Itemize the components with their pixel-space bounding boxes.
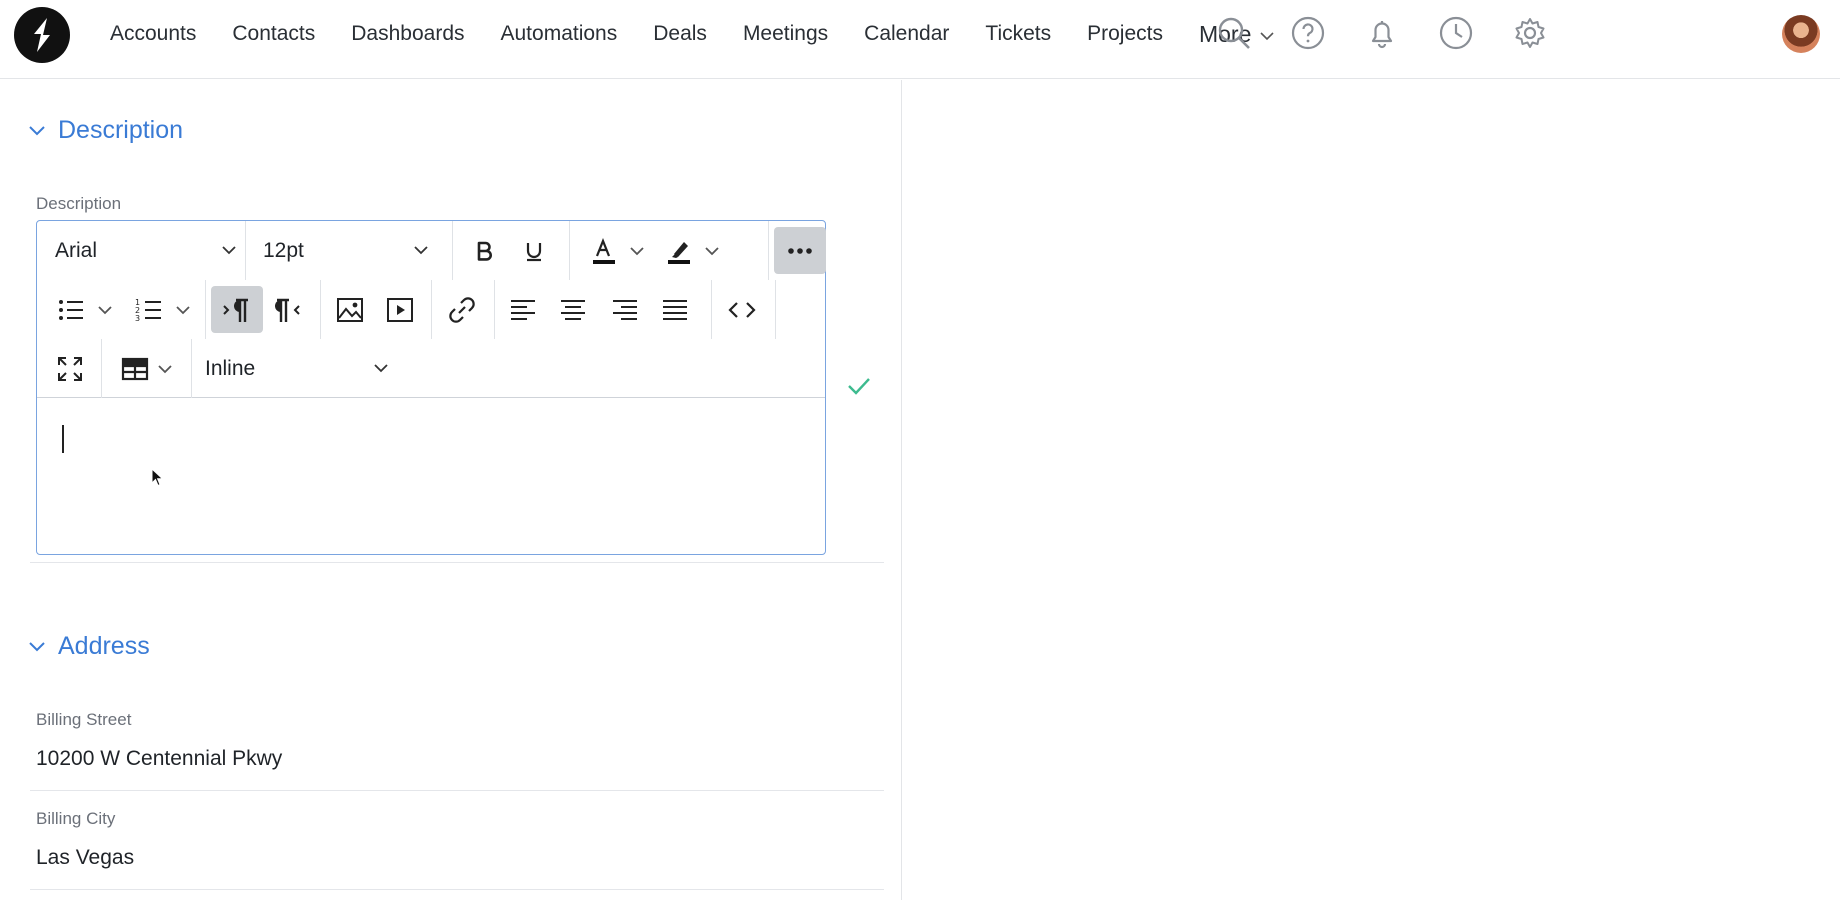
font-family-select[interactable]: Arial bbox=[55, 221, 245, 280]
code-icon bbox=[728, 301, 756, 318]
nav-calendar[interactable]: Calendar bbox=[846, 22, 967, 46]
nav-dashboards[interactable]: Dashboards bbox=[333, 22, 482, 46]
billing-city-value[interactable]: Las Vegas bbox=[36, 846, 134, 870]
underline-icon bbox=[526, 242, 542, 261]
numbered-list-button[interactable]: 123 bbox=[125, 286, 201, 333]
clock-icon[interactable] bbox=[1438, 15, 1474, 51]
rtl-paragraph-icon bbox=[275, 298, 300, 322]
insert-table-button[interactable] bbox=[109, 345, 185, 392]
fullscreen-button[interactable] bbox=[45, 345, 95, 392]
font-size-select[interactable]: 12pt bbox=[263, 221, 428, 280]
description-field-label: Description bbox=[36, 194, 122, 213]
font-size-value: 12pt bbox=[263, 238, 304, 262]
text-color-icon bbox=[593, 237, 615, 264]
table-icon bbox=[121, 357, 149, 380]
ltr-paragraph-icon bbox=[223, 298, 248, 322]
address-section-toggle[interactable]: Address bbox=[28, 632, 150, 661]
underline-button[interactable] bbox=[511, 227, 557, 274]
link-icon bbox=[449, 296, 475, 323]
table-mode-value: Inline bbox=[205, 356, 256, 380]
field-divider bbox=[30, 889, 884, 890]
logo-icon bbox=[34, 18, 50, 52]
video-icon bbox=[387, 297, 413, 322]
billing-street-label: Billing Street bbox=[36, 710, 132, 729]
nav-accounts[interactable]: Accounts bbox=[92, 22, 214, 46]
user-avatar[interactable] bbox=[1782, 15, 1820, 53]
description-section-title: Description bbox=[58, 116, 184, 144]
expand-icon bbox=[58, 356, 82, 381]
highlight-color-button[interactable] bbox=[652, 227, 732, 274]
numbered-list-icon: 123 bbox=[135, 298, 161, 323]
record-details-panel: Description Description Arial 12pt 1 2 3… bbox=[6, 80, 902, 900]
text-color-button[interactable] bbox=[577, 227, 657, 274]
align-center-icon bbox=[561, 299, 585, 320]
ltr-direction-button[interactable] bbox=[211, 286, 263, 333]
more-tools-button[interactable] bbox=[774, 227, 826, 274]
save-check-icon[interactable] bbox=[846, 376, 872, 396]
address-section-title: Address bbox=[58, 632, 150, 660]
image-icon bbox=[337, 297, 363, 322]
align-center-button[interactable] bbox=[549, 286, 597, 333]
chevron-down-icon bbox=[158, 364, 172, 373]
field-divider bbox=[30, 790, 884, 791]
chevron-down-icon bbox=[630, 246, 644, 255]
billing-city-label: Billing City bbox=[36, 809, 116, 828]
nav-projects[interactable]: Projects bbox=[1069, 22, 1181, 46]
align-left-button[interactable] bbox=[499, 286, 547, 333]
app-logo[interactable] bbox=[14, 7, 70, 63]
source-code-button[interactable] bbox=[717, 286, 767, 333]
chevron-down-icon bbox=[1260, 32, 1274, 41]
ellipsis-icon bbox=[788, 247, 812, 254]
chevron-down-icon bbox=[29, 641, 45, 651]
chevron-down-icon bbox=[29, 125, 45, 135]
mouse-pointer-icon bbox=[151, 468, 164, 487]
chevron-down-icon bbox=[414, 246, 428, 255]
section-divider bbox=[30, 562, 884, 563]
nav-contacts[interactable]: Contacts bbox=[214, 22, 333, 46]
chevron-down-icon bbox=[222, 246, 236, 255]
bold-button[interactable] bbox=[461, 227, 507, 274]
editor-toolbar-row-2: 123 bbox=[37, 280, 825, 339]
text-caret bbox=[62, 425, 64, 453]
top-navigation-bar: Accounts Contacts Dashboards Automations… bbox=[0, 0, 1840, 79]
description-rich-text-editor: Arial 12pt 1 2 3 Inline bbox=[36, 220, 826, 555]
chevron-down-icon bbox=[98, 305, 112, 314]
bullet-list-button[interactable] bbox=[47, 286, 123, 333]
help-icon[interactable] bbox=[1290, 15, 1326, 51]
table-mode-select[interactable]: Inline bbox=[205, 339, 405, 398]
rtl-direction-button[interactable] bbox=[265, 286, 311, 333]
insert-link-button[interactable] bbox=[437, 286, 487, 333]
nav-tickets[interactable]: Tickets bbox=[967, 22, 1069, 46]
nav-deals[interactable]: Deals bbox=[635, 22, 725, 46]
description-section-toggle[interactable]: Description bbox=[28, 116, 183, 145]
align-justify-button[interactable] bbox=[651, 286, 699, 333]
bullet-list-icon bbox=[59, 299, 83, 320]
align-justify-icon bbox=[663, 299, 687, 320]
editor-toolbar-row-1: Arial 12pt bbox=[37, 221, 826, 280]
align-right-icon bbox=[613, 299, 637, 320]
nav-meetings[interactable]: Meetings bbox=[725, 22, 846, 46]
insert-image-button[interactable] bbox=[327, 286, 373, 333]
font-family-value: Arial bbox=[55, 238, 98, 262]
editor-toolbar-row-3: Inline bbox=[37, 339, 825, 398]
align-right-button[interactable] bbox=[601, 286, 649, 333]
nav-automations[interactable]: Automations bbox=[483, 22, 636, 46]
search-icon[interactable] bbox=[1216, 15, 1252, 51]
main-nav: Accounts Contacts Dashboards Automations… bbox=[92, 0, 1293, 68]
highlighter-icon bbox=[668, 241, 690, 264]
billing-street-value[interactable]: 10200 W Centennial Pkwy bbox=[36, 747, 282, 771]
chevron-down-icon bbox=[705, 246, 719, 255]
gear-icon[interactable] bbox=[1512, 15, 1548, 51]
bold-icon bbox=[477, 241, 492, 261]
align-left-icon bbox=[511, 299, 535, 320]
chevron-down-icon bbox=[374, 364, 388, 373]
chevron-down-icon bbox=[176, 305, 190, 314]
bell-icon[interactable] bbox=[1364, 15, 1400, 51]
svg-text:3: 3 bbox=[135, 314, 140, 323]
insert-video-button[interactable] bbox=[377, 286, 423, 333]
